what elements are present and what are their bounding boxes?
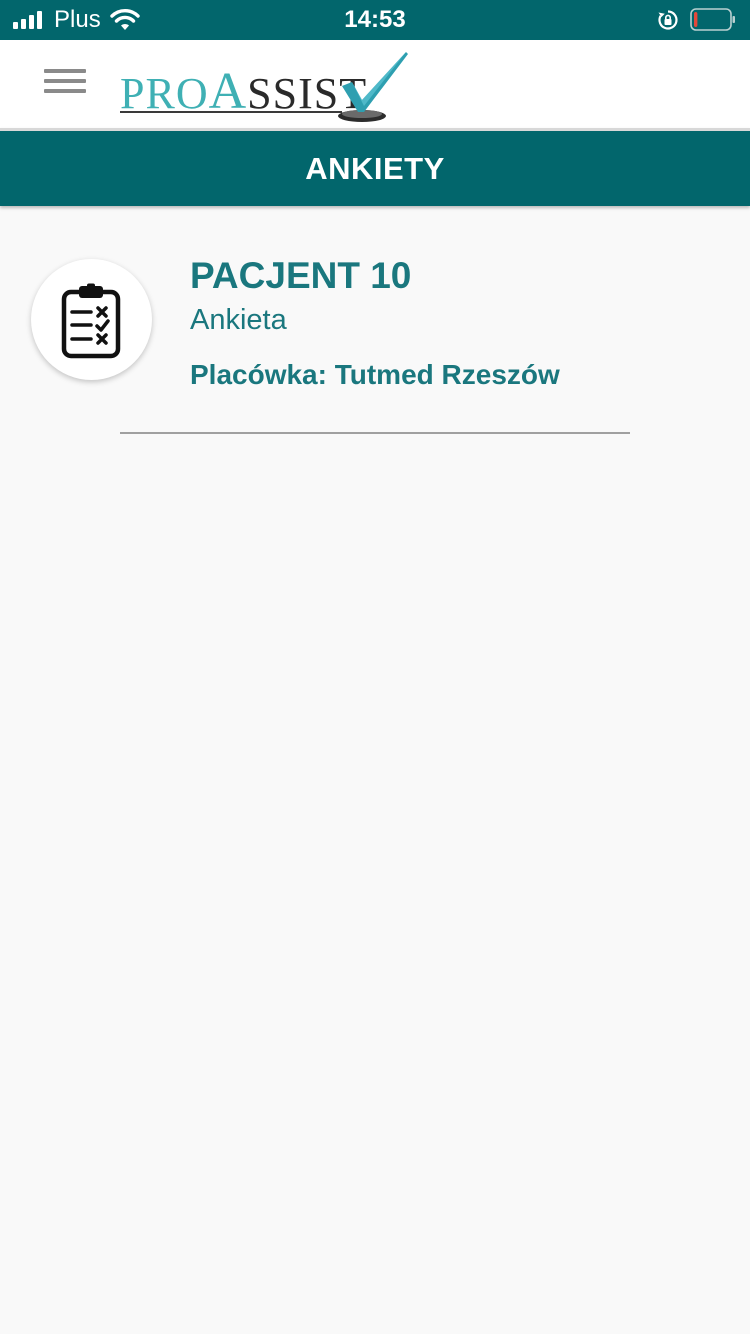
survey-list-item[interactable]: PACJENT 10 Ankieta Placówka: Tutmed Rzes… [0,206,750,436]
menu-button[interactable] [36,62,94,102]
page-title: ANKIETY [305,151,445,186]
page-title-bar: ANKIETY [0,128,750,206]
hamburger-menu-icon [44,69,86,73]
proassist-logo: PROASSIST [118,44,418,128]
status-bar: Plus 14:53 [0,0,750,40]
logo-underline [120,111,342,113]
survey-icon-circle [31,259,152,380]
status-time: 14:53 [344,6,406,33]
rotation-lock-icon [658,10,678,30]
divider [120,432,630,434]
clipboard-checklist-icon [61,283,121,359]
checkmark-icon [338,52,408,122]
survey-type: Ankieta [190,304,287,336]
app-header: PROASSIST [0,40,750,128]
battery-icon [690,8,735,31]
facility-label: Placówka: Tutmed Rzeszów [190,359,560,390]
patient-name: PACJENT 10 [190,255,412,296]
